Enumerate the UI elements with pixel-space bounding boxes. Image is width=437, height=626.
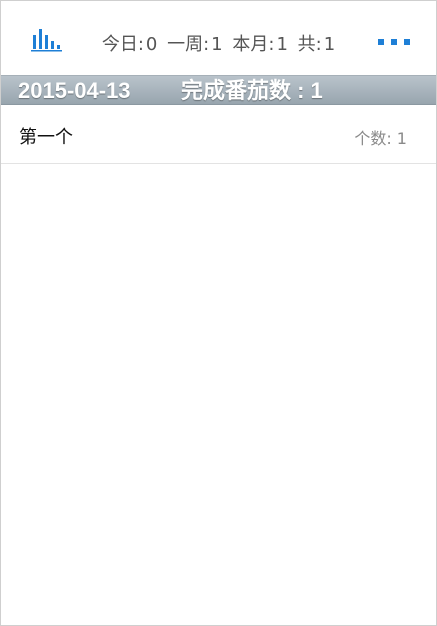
stat-month-label: 本月: — [232, 34, 275, 55]
more-button[interactable] — [378, 36, 410, 46]
section-header: 2015-04-13 完成番茄数 : 1 — [1, 75, 436, 105]
stat-today: 今日: 0 — [101, 34, 159, 55]
stat-total: 共: 1 — [297, 34, 337, 55]
list-item-title: 第一个 — [19, 127, 73, 148]
stat-week: 一周: 1 — [166, 34, 224, 55]
section-date: 2015-04-13 — [18, 78, 131, 103]
stat-week-label: 一周: — [167, 34, 210, 55]
app-window: 今日: 0 一周: 1 本月: 1 共: 1 2015-04-13 完成番茄数 : 1 … — [0, 0, 437, 626]
stat-month-value: 1 — [276, 34, 288, 55]
stat-today-value: 0 — [145, 34, 158, 55]
stat-week-value: 1 — [211, 34, 223, 55]
stat-total-value: 1 — [323, 34, 336, 55]
stat-month: 本月: 1 — [231, 34, 289, 55]
list-item-count: 个数: 1 — [354, 129, 407, 148]
stats-summary: 今日: 0 一周: 1 本月: 1 共: 1 — [1, 30, 436, 56]
section-pomodoro-count: 完成番茄数 : 1 — [181, 78, 323, 103]
top-bar: 今日: 0 一周: 1 本月: 1 共: 1 — [1, 1, 436, 74]
list-item[interactable]: 第一个 个数: 1 — [1, 105, 436, 164]
task-list: 第一个 个数: 1 — [1, 105, 436, 164]
stat-total-label: 共: — [297, 34, 322, 55]
stat-today-label: 今日: — [101, 34, 144, 55]
